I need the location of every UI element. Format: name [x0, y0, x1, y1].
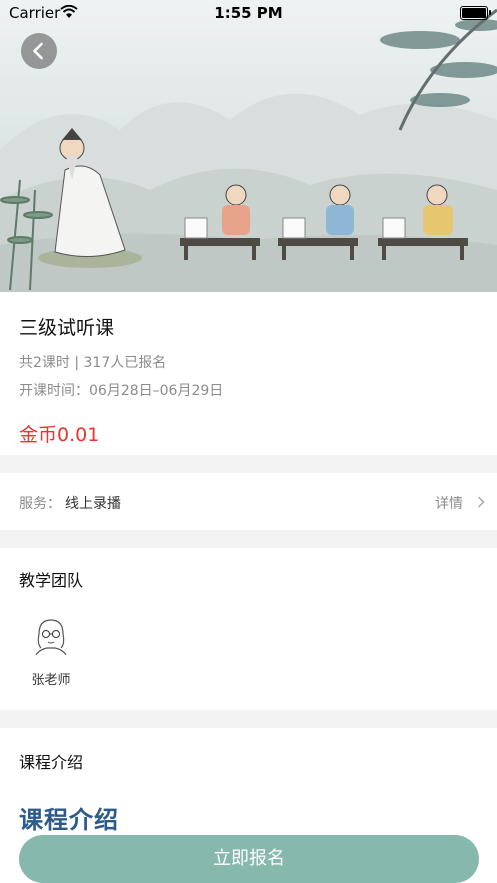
status-bar: Carrier 1:55 PM — [0, 0, 497, 26]
enroll-button[interactable]: 立即报名 — [19, 835, 479, 883]
battery-icon — [460, 6, 491, 20]
intro-title: 课程介绍 — [19, 753, 84, 772]
hero-banner: Carrier 1:55 PM — [0, 0, 497, 292]
course-price: 金币0.01 — [19, 424, 100, 446]
service-detail-link[interactable]: 详情 — [435, 493, 463, 513]
course-meta: 共2课时 | 317人已报名 — [19, 355, 167, 371]
intro-heading: 课程介绍 — [19, 806, 119, 834]
teacher-portrait-sketch — [32, 619, 70, 660]
ink-painting-illustration — [0, 8, 497, 292]
team-title: 教学团队 — [19, 571, 84, 590]
back-arrow-icon — [33, 42, 43, 60]
chevron-right-icon — [477, 496, 485, 508]
teacher-avatar[interactable] — [27, 612, 75, 660]
service-value: 线上录播 — [65, 496, 121, 512]
back-button[interactable] — [21, 33, 57, 69]
service-label: 服务： — [19, 496, 61, 512]
status-time: 1:55 PM — [214, 4, 283, 22]
teacher-name: 张老师 — [31, 673, 71, 688]
course-title: 三级试听课 — [19, 317, 115, 339]
course-dates: 开课时间：06月28日–06月29日 — [19, 383, 224, 399]
